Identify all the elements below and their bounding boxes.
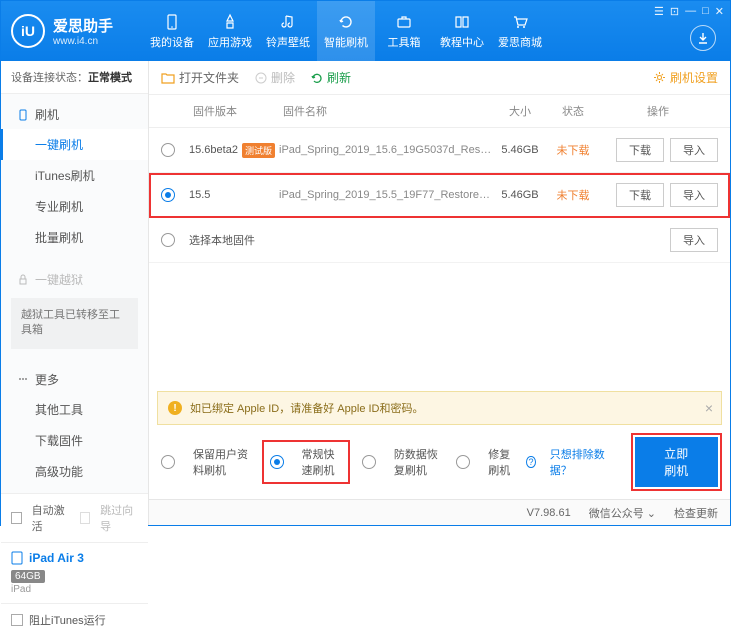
device-icon [163,13,181,31]
toolbar: 打开文件夹 删除 刷新 刷机设置 [149,61,730,95]
device-info[interactable]: iPad Air 3 64GB iPad [1,542,148,603]
local-firmware-row[interactable]: 选择本地固件 导入 [149,218,730,263]
nav-tutorials[interactable]: 教程中心 [433,1,491,61]
check-update-link[interactable]: 检查更新 [674,505,718,521]
opt-repair[interactable]: 修复刷机 [456,446,512,478]
exclude-data-link[interactable]: 只想排除数据？ [550,446,607,478]
nav-store[interactable]: 爱思商城 [491,1,549,61]
more-section-icon [17,373,29,385]
sidebar-options: 自动激活 跳过向导 [1,493,148,542]
table-header: 固件版本 固件名称 大小 状态 操作 [149,95,730,128]
import-button[interactable]: 导入 [670,138,718,162]
warning-close-icon[interactable]: × [705,400,713,416]
sidebar-item-advanced[interactable]: 高级功能 [1,456,148,487]
section-jailbreak[interactable]: 一键越狱 [1,265,148,294]
firmware-row-selected[interactable]: 15.5 iPad_Spring_2019_15.5_19F77_Restore… [149,173,730,218]
brand-name: 爱思助手 [53,15,113,36]
window-controls: ☰ ⊡ — □ ✕ [654,5,724,18]
connection-status: 设备连接状态：正常模式 [1,61,148,94]
apps-icon [221,13,239,31]
radio-local[interactable] [161,233,175,247]
warning-icon: ! [168,401,182,415]
open-folder-button[interactable]: 打开文件夹 [161,69,239,86]
gear-icon [653,71,666,84]
nav-my-device[interactable]: 我的设备 [143,1,201,61]
tablet-icon [11,551,23,565]
radio-row-1[interactable] [161,188,175,202]
nav-toolbox[interactable]: 工具箱 [375,1,433,61]
delete-button[interactable]: 删除 [255,69,295,86]
radio-antirecovery[interactable] [362,455,376,469]
checkbox-block-itunes[interactable] [11,614,23,626]
sidebar-item-pro[interactable]: 专业刷机 [1,191,148,222]
sidebar-item-dlfw[interactable]: 下载固件 [1,425,148,456]
toolbox-icon [395,13,413,31]
col-version: 固件版本 [193,103,283,119]
opt-keepdata[interactable]: 保留用户资料刷机 [161,446,250,478]
radio-keepdata[interactable] [161,455,175,469]
col-size: 大小 [492,103,548,119]
wechat-link[interactable]: 微信公众号 ⌄ [589,505,656,521]
col-name: 固件名称 [283,103,492,119]
checkbox-skipguide[interactable] [80,512,91,524]
flash-icon [337,13,355,31]
import-button[interactable]: 导入 [670,228,718,252]
flash-options: 保留用户资料刷机 常规快速刷机 防数据恢复刷机 修复刷机 ? 只想排除数据？ 立… [149,425,730,499]
lock-icon[interactable]: ⊡ [670,5,679,18]
book-icon [453,13,471,31]
folder-icon [161,72,175,84]
refresh-button[interactable]: 刷新 [311,69,351,86]
lock-section-icon [17,274,29,286]
sidebar-item-oneclick[interactable]: 一键刷机 [1,129,148,160]
cart-icon [511,13,529,31]
close-icon[interactable]: ✕ [715,5,724,18]
nav-ringtones[interactable]: 铃声壁纸 [259,1,317,61]
appleid-warning: ! 如已绑定 Apple ID，请准备好 Apple ID和密码。 × [157,391,722,425]
sidebar: 设备连接状态：正常模式 刷机 一键刷机 iTunes刷机 专业刷机 批量刷机 一… [1,61,149,525]
checkbox-autoactivate[interactable] [11,512,22,524]
section-flash[interactable]: 刷机 [1,100,148,129]
logo-icon: iU [11,14,45,48]
sidebar-item-other[interactable]: 其他工具 [1,394,148,425]
version-label: V7.98.61 [527,507,571,519]
download-button[interactable] [690,25,716,51]
section-more[interactable]: 更多 [1,365,148,394]
col-ops: 操作 [598,103,718,119]
radio-normal[interactable] [270,455,284,469]
brand: 爱思助手 www.i4.cn [53,15,113,47]
maximize-icon[interactable]: □ [702,5,709,18]
import-button[interactable]: 导入 [670,183,718,207]
nav-flash[interactable]: 智能刷机 [317,1,375,61]
music-icon [279,13,297,31]
flash-settings-button[interactable]: 刷机设置 [653,69,718,86]
flash-section-icon [17,109,29,121]
firmware-row[interactable]: 15.6beta2测试版 iPad_Spring_2019_15.6_19G50… [149,128,730,173]
sidebar-item-itunes[interactable]: iTunes刷机 [1,160,148,191]
flash-now-button[interactable]: 立即刷机 [635,437,718,487]
brand-url: www.i4.cn [53,36,113,47]
statusbar: V7.98.61 微信公众号 ⌄ 检查更新 [149,499,730,525]
help-icon[interactable]: ? [526,456,535,468]
opt-normal[interactable]: 常规快速刷机 [264,442,348,482]
opt-antirecovery[interactable]: 防数据恢复刷机 [362,446,442,478]
main-panel: 打开文件夹 删除 刷新 刷机设置 固件版本 固件名称 大小 状态 操作 15.6… [149,61,730,525]
radio-row-0[interactable] [161,143,175,157]
nav-apps[interactable]: 应用游戏 [201,1,259,61]
jailbreak-note: 越狱工具已转移至工具箱 [11,298,138,349]
radio-repair[interactable] [456,455,470,469]
sidebar-item-batch[interactable]: 批量刷机 [1,222,148,253]
menu-icon[interactable]: ☰ [654,5,664,18]
main-nav: 我的设备 应用游戏 铃声壁纸 智能刷机 工具箱 教程中心 爱思商城 [143,1,549,61]
download-button[interactable]: 下载 [616,183,664,207]
refresh-icon [311,72,323,84]
minimize-icon[interactable]: — [685,5,696,18]
col-status: 状态 [548,103,598,119]
beta-tag: 测试版 [242,143,275,158]
block-itunes-row: 阻止iTunes运行 [1,603,148,636]
delete-icon [255,72,267,84]
storage-badge: 64GB [11,570,45,583]
download-button[interactable]: 下载 [616,138,664,162]
titlebar: iU 爱思助手 www.i4.cn 我的设备 应用游戏 铃声壁纸 智能刷机 工具… [1,1,730,61]
